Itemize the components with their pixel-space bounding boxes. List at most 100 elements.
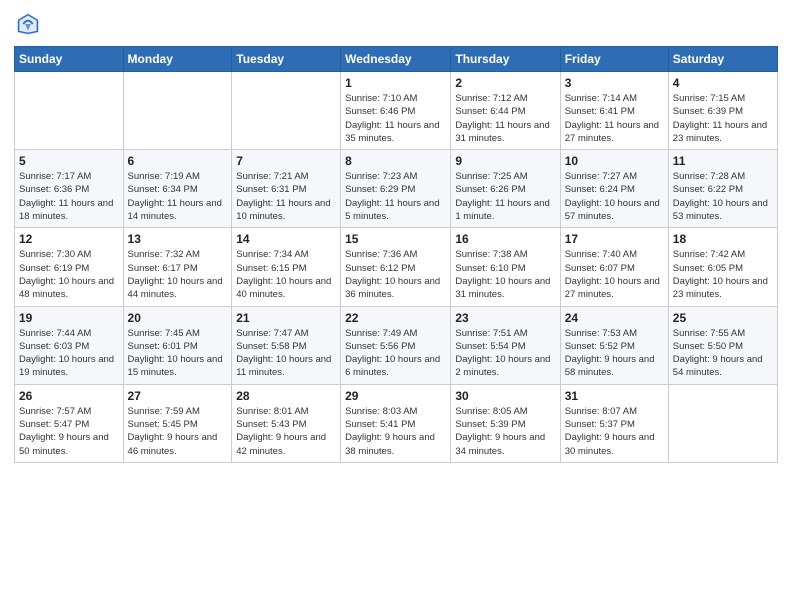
day-cell: 2 Sunrise: 7:12 AM Sunset: 6:44 PM Daylig… [451, 72, 560, 150]
week-row-3: 12 Sunrise: 7:30 AM Sunset: 6:19 PM Dayli… [15, 228, 778, 306]
day-cell: 28 Sunrise: 8:01 AM Sunset: 5:43 PM Dayli… [232, 384, 341, 462]
day-cell: 19Sunrise: 7:44 AM Sunset: 6:03 PM Dayli… [15, 306, 124, 384]
day-cell: 4 Sunrise: 7:15 AM Sunset: 6:39 PM Daylig… [668, 72, 777, 150]
day-detail: Sunrise: 7:40 AM Sunset: 6:07 PM Dayligh… [565, 248, 664, 301]
day-number: 3 [565, 76, 664, 90]
day-detail: Sunrise: 8:05 AM Sunset: 5:39 PM Dayligh… [455, 405, 555, 458]
weekday-header-friday: Friday [560, 47, 668, 72]
day-number: 9 [455, 154, 555, 168]
day-number: 24 [565, 311, 664, 325]
day-detail: Sunrise: 7:57 AM Sunset: 5:47 PM Dayligh… [19, 405, 119, 458]
day-number: 20 [128, 311, 228, 325]
header [14, 10, 778, 38]
day-number: 27 [128, 389, 228, 403]
day-number: 21 [236, 311, 336, 325]
week-row-4: 19Sunrise: 7:44 AM Sunset: 6:03 PM Dayli… [15, 306, 778, 384]
day-detail: Sunrise: 7:32 AM Sunset: 6:17 PM Dayligh… [128, 248, 228, 301]
day-detail: Sunrise: 7:10 AM Sunset: 6:46 PM Dayligh… [345, 92, 446, 145]
day-detail: Sunrise: 7:15 AM Sunset: 6:39 PM Dayligh… [673, 92, 773, 145]
week-row-2: 5Sunrise: 7:17 AM Sunset: 6:36 PM Daylig… [15, 150, 778, 228]
calendar-table: SundayMondayTuesdayWednesdayThursdayFrid… [14, 46, 778, 463]
day-detail: Sunrise: 8:01 AM Sunset: 5:43 PM Dayligh… [236, 405, 336, 458]
logo-icon [14, 10, 42, 38]
day-number: 23 [455, 311, 555, 325]
day-detail: Sunrise: 7:36 AM Sunset: 6:12 PM Dayligh… [345, 248, 446, 301]
day-detail: Sunrise: 8:07 AM Sunset: 5:37 PM Dayligh… [565, 405, 664, 458]
day-detail: Sunrise: 7:45 AM Sunset: 6:01 PM Dayligh… [128, 327, 228, 380]
weekday-header-sunday: Sunday [15, 47, 124, 72]
day-detail: Sunrise: 7:12 AM Sunset: 6:44 PM Dayligh… [455, 92, 555, 145]
weekday-header-wednesday: Wednesday [341, 47, 451, 72]
day-cell: 6 Sunrise: 7:19 AM Sunset: 6:34 PM Daylig… [123, 150, 232, 228]
day-number: 4 [673, 76, 773, 90]
day-detail: Sunrise: 7:28 AM Sunset: 6:22 PM Dayligh… [673, 170, 773, 223]
day-detail: Sunrise: 7:38 AM Sunset: 6:10 PM Dayligh… [455, 248, 555, 301]
day-number: 25 [673, 311, 773, 325]
day-number: 17 [565, 232, 664, 246]
day-detail: Sunrise: 7:49 AM Sunset: 5:56 PM Dayligh… [345, 327, 446, 380]
day-cell [123, 72, 232, 150]
day-number: 29 [345, 389, 446, 403]
day-number: 8 [345, 154, 446, 168]
day-number: 1 [345, 76, 446, 90]
week-row-1: 1 Sunrise: 7:10 AM Sunset: 6:46 PM Daylig… [15, 72, 778, 150]
day-detail: Sunrise: 7:25 AM Sunset: 6:26 PM Dayligh… [455, 170, 555, 223]
day-detail: Sunrise: 7:55 AM Sunset: 5:50 PM Dayligh… [673, 327, 773, 380]
day-cell: 10 Sunrise: 7:27 AM Sunset: 6:24 PM Dayli… [560, 150, 668, 228]
day-detail: Sunrise: 7:51 AM Sunset: 5:54 PM Dayligh… [455, 327, 555, 380]
day-cell: 27 Sunrise: 7:59 AM Sunset: 5:45 PM Dayli… [123, 384, 232, 462]
weekday-header-row: SundayMondayTuesdayWednesdayThursdayFrid… [15, 47, 778, 72]
weekday-header-thursday: Thursday [451, 47, 560, 72]
day-number: 2 [455, 76, 555, 90]
day-cell: 20 Sunrise: 7:45 AM Sunset: 6:01 PM Dayli… [123, 306, 232, 384]
day-cell: 25 Sunrise: 7:55 AM Sunset: 5:50 PM Dayli… [668, 306, 777, 384]
day-cell: 17 Sunrise: 7:40 AM Sunset: 6:07 PM Dayli… [560, 228, 668, 306]
day-number: 15 [345, 232, 446, 246]
day-detail: Sunrise: 7:59 AM Sunset: 5:45 PM Dayligh… [128, 405, 228, 458]
day-cell: 21 Sunrise: 7:47 AM Sunset: 5:58 PM Dayli… [232, 306, 341, 384]
day-number: 13 [128, 232, 228, 246]
day-cell: 5Sunrise: 7:17 AM Sunset: 6:36 PM Daylig… [15, 150, 124, 228]
day-number: 12 [19, 232, 119, 246]
day-number: 26 [19, 389, 119, 403]
day-detail: Sunrise: 7:30 AM Sunset: 6:19 PM Dayligh… [19, 248, 119, 301]
day-number: 22 [345, 311, 446, 325]
logo [14, 10, 46, 38]
day-detail: Sunrise: 8:03 AM Sunset: 5:41 PM Dayligh… [345, 405, 446, 458]
day-number: 19 [19, 311, 119, 325]
day-cell: 24 Sunrise: 7:53 AM Sunset: 5:52 PM Dayli… [560, 306, 668, 384]
day-cell: 14Sunrise: 7:34 AM Sunset: 6:15 PM Dayli… [232, 228, 341, 306]
day-cell: 30 Sunrise: 8:05 AM Sunset: 5:39 PM Dayli… [451, 384, 560, 462]
weekday-header-saturday: Saturday [668, 47, 777, 72]
day-number: 10 [565, 154, 664, 168]
day-cell: 8 Sunrise: 7:23 AM Sunset: 6:29 PM Daylig… [341, 150, 451, 228]
day-cell: 9 Sunrise: 7:25 AM Sunset: 6:26 PM Daylig… [451, 150, 560, 228]
day-detail: Sunrise: 7:23 AM Sunset: 6:29 PM Dayligh… [345, 170, 446, 223]
day-number: 7 [236, 154, 336, 168]
day-detail: Sunrise: 7:21 AM Sunset: 6:31 PM Dayligh… [236, 170, 336, 223]
day-cell: 3 Sunrise: 7:14 AM Sunset: 6:41 PM Daylig… [560, 72, 668, 150]
day-detail: Sunrise: 7:47 AM Sunset: 5:58 PM Dayligh… [236, 327, 336, 380]
day-cell [15, 72, 124, 150]
day-detail: Sunrise: 7:34 AM Sunset: 6:15 PM Dayligh… [236, 248, 336, 301]
day-cell: 7 Sunrise: 7:21 AM Sunset: 6:31 PM Daylig… [232, 150, 341, 228]
day-detail: Sunrise: 7:53 AM Sunset: 5:52 PM Dayligh… [565, 327, 664, 380]
day-detail: Sunrise: 7:27 AM Sunset: 6:24 PM Dayligh… [565, 170, 664, 223]
day-number: 30 [455, 389, 555, 403]
weekday-header-monday: Monday [123, 47, 232, 72]
day-number: 6 [128, 154, 228, 168]
day-detail: Sunrise: 7:17 AM Sunset: 6:36 PM Dayligh… [19, 170, 119, 223]
day-number: 28 [236, 389, 336, 403]
day-number: 31 [565, 389, 664, 403]
day-number: 16 [455, 232, 555, 246]
day-cell [668, 384, 777, 462]
day-cell: 22 Sunrise: 7:49 AM Sunset: 5:56 PM Dayli… [341, 306, 451, 384]
week-row-5: 26 Sunrise: 7:57 AM Sunset: 5:47 PM Dayli… [15, 384, 778, 462]
day-cell: 31 Sunrise: 8:07 AM Sunset: 5:37 PM Dayli… [560, 384, 668, 462]
day-cell: 13 Sunrise: 7:32 AM Sunset: 6:17 PM Dayli… [123, 228, 232, 306]
day-cell: 23 Sunrise: 7:51 AM Sunset: 5:54 PM Dayli… [451, 306, 560, 384]
day-detail: Sunrise: 7:14 AM Sunset: 6:41 PM Dayligh… [565, 92, 664, 145]
day-detail: Sunrise: 7:19 AM Sunset: 6:34 PM Dayligh… [128, 170, 228, 223]
day-cell: 26 Sunrise: 7:57 AM Sunset: 5:47 PM Dayli… [15, 384, 124, 462]
day-cell: 12 Sunrise: 7:30 AM Sunset: 6:19 PM Dayli… [15, 228, 124, 306]
